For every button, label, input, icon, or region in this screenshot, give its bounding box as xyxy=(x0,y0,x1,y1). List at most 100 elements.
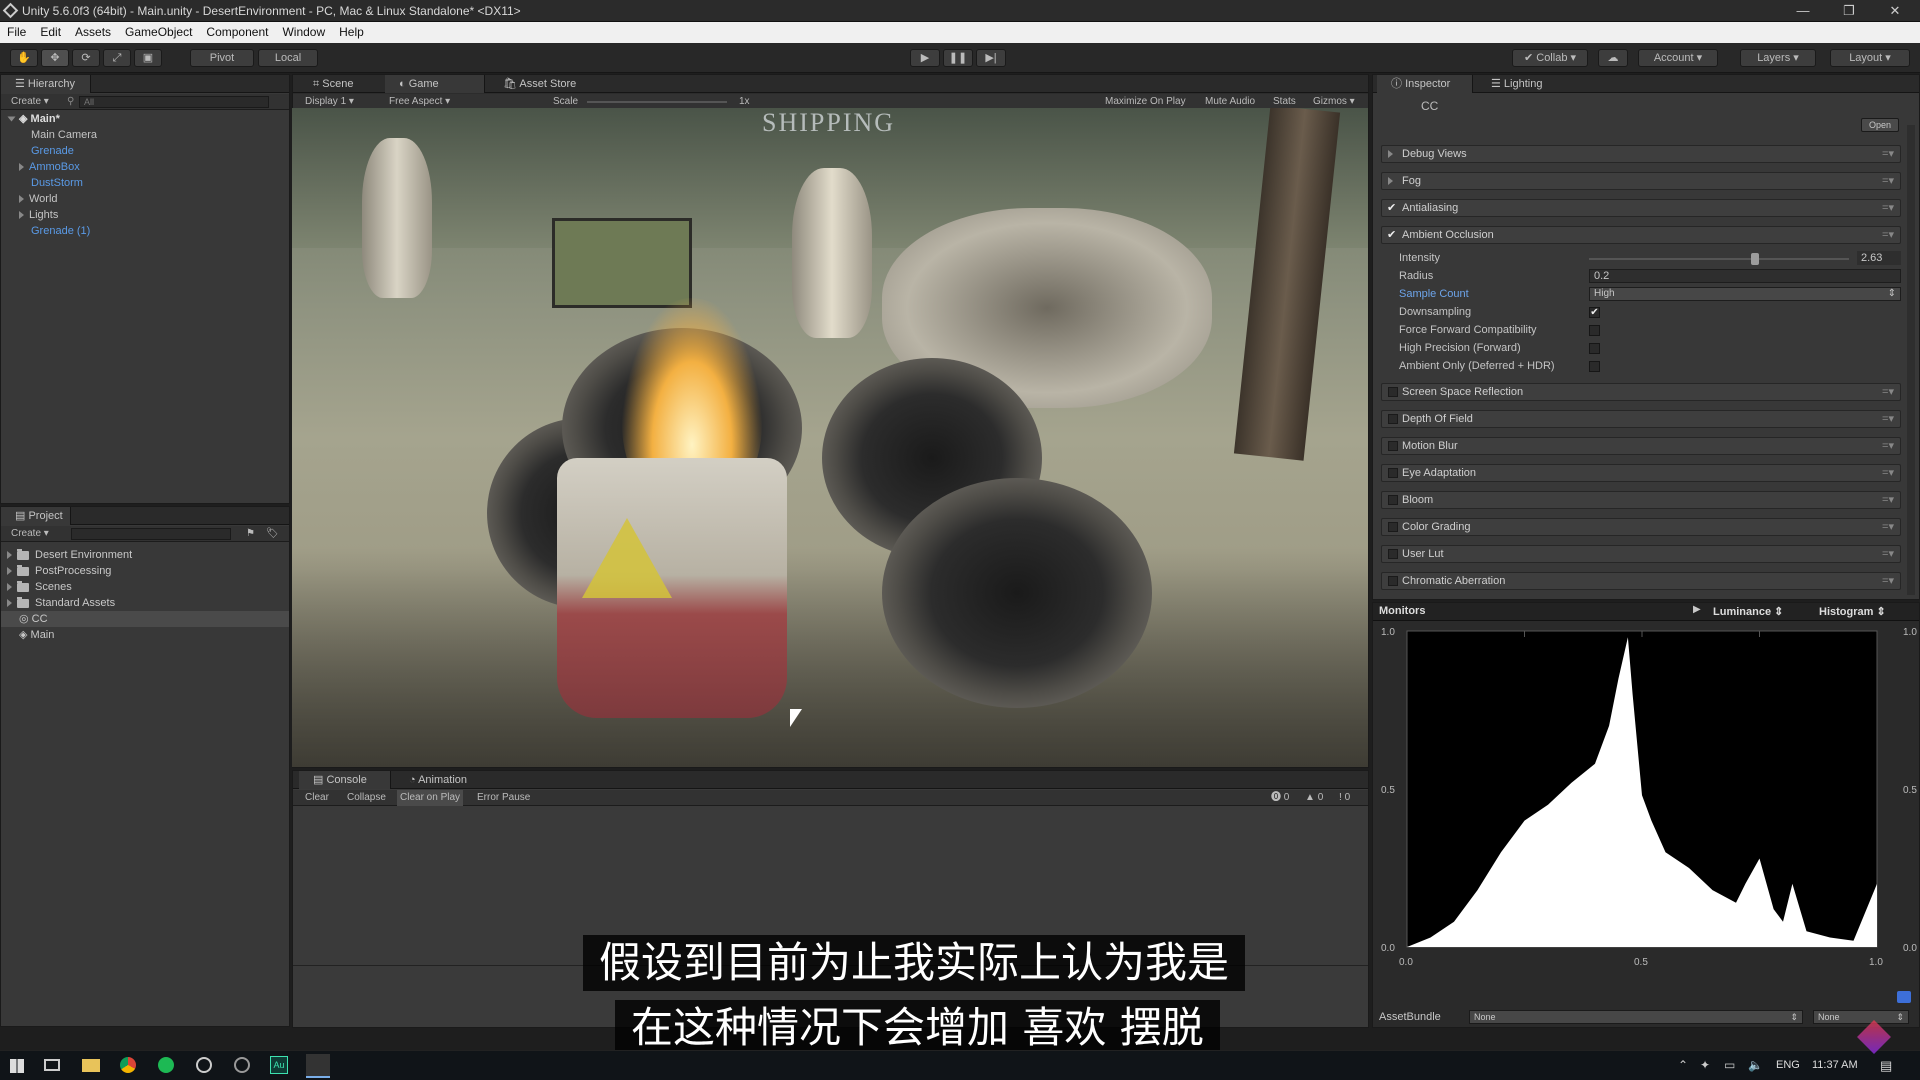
hierarchy-item[interactable]: Main Camera xyxy=(31,127,97,143)
spotify-icon[interactable] xyxy=(158,1057,174,1073)
menu-help[interactable]: Help xyxy=(332,22,371,43)
high-precision-checkbox[interactable] xyxy=(1589,343,1600,354)
menu-component[interactable]: Component xyxy=(199,22,275,43)
assetbundle-dropdown[interactable]: None ⇕ xyxy=(1469,1010,1803,1024)
cloud-button[interactable]: ☁ xyxy=(1598,49,1628,67)
menu-edit[interactable]: Edit xyxy=(33,22,68,43)
tab-console[interactable]: ▤ Console xyxy=(299,771,391,789)
maximize-button[interactable]: ❐ xyxy=(1826,0,1872,22)
menu-gameobject[interactable]: GameObject xyxy=(118,22,199,43)
create-dropdown[interactable]: Create ▾ xyxy=(11,94,49,110)
pause-button[interactable]: ❚❚ xyxy=(943,49,973,67)
inspector-scrollbar[interactable] xyxy=(1907,125,1915,595)
tag-icon[interactable] xyxy=(1897,991,1911,1003)
effect-header[interactable]: User Lut =▾ xyxy=(1381,545,1901,563)
hierarchy-item[interactable]: DustStorm xyxy=(31,175,83,191)
tab-game[interactable]: ◐ Game xyxy=(385,75,485,93)
hand-tool-button[interactable]: ✋ xyxy=(10,49,38,67)
project-create-dropdown[interactable]: Create ▾ xyxy=(11,526,49,542)
project-folder[interactable]: PostProcessing xyxy=(7,563,111,579)
effect-header[interactable]: Screen Space Reflection =▾ xyxy=(1381,383,1901,401)
tab-project[interactable]: ▤ Project xyxy=(1,507,71,525)
layout-dropdown[interactable]: Layout ▾ xyxy=(1830,49,1910,67)
game-viewport[interactable]: SHIPPING xyxy=(292,108,1368,767)
app-icon[interactable] xyxy=(196,1057,212,1073)
layers-dropdown[interactable]: Layers ▾ xyxy=(1740,49,1816,67)
move-tool-button[interactable]: ✥ xyxy=(41,49,69,67)
unity-taskbar-icon[interactable] xyxy=(306,1054,330,1078)
scale-tool-button[interactable]: ⤢ xyxy=(103,49,131,67)
windows-start-icon[interactable] xyxy=(10,1059,24,1073)
force-forward-checkbox[interactable] xyxy=(1589,325,1600,336)
step-button[interactable]: ▶| xyxy=(976,49,1006,67)
scene-root[interactable]: ◈ Main* xyxy=(7,111,60,127)
notifications-icon[interactable]: ▤ xyxy=(1880,1058,1892,1074)
hierarchy-search-input[interactable] xyxy=(79,96,269,108)
luminance-dropdown[interactable]: Luminance ⇕ xyxy=(1713,605,1783,618)
open-button[interactable]: Open xyxy=(1861,118,1899,132)
unity-hub-icon[interactable] xyxy=(234,1057,250,1073)
audition-icon[interactable]: Au xyxy=(270,1056,288,1074)
account-dropdown[interactable]: Account ▾ xyxy=(1638,49,1718,67)
fog-header[interactable]: Fog =▾ xyxy=(1381,172,1901,190)
tab-inspector[interactable]: ⓘ Inspector xyxy=(1377,75,1473,93)
sample-count-dropdown[interactable]: High ⇕ xyxy=(1589,287,1901,301)
tab-lighting[interactable]: ☰ Lighting xyxy=(1477,75,1567,93)
hierarchy-item[interactable]: Grenade (1) xyxy=(31,223,90,239)
tray-chevron-icon[interactable]: ⌃ xyxy=(1678,1058,1688,1072)
clear-button[interactable]: Clear xyxy=(305,790,329,806)
tab-hierarchy[interactable]: ☰ Hierarchy xyxy=(1,75,91,93)
project-search-input[interactable] xyxy=(71,528,231,540)
project-folder[interactable]: Desert Environment xyxy=(7,547,132,563)
message-count-toggle[interactable]: ! 0 xyxy=(1339,790,1350,806)
effect-header[interactable]: Color Grading =▾ xyxy=(1381,518,1901,536)
tab-animation[interactable]: ◔ Animation xyxy=(395,771,495,789)
tab-scene[interactable]: ⌗ Scene xyxy=(299,75,383,93)
assetbundle-variant-dropdown[interactable]: None ⇕ xyxy=(1813,1010,1909,1024)
project-folder[interactable]: Standard Assets xyxy=(7,595,115,611)
hierarchy-item[interactable]: Grenade xyxy=(31,143,74,159)
hierarchy-item[interactable]: World xyxy=(19,191,58,207)
volume-icon[interactable]: 🔈 xyxy=(1748,1058,1763,1072)
effect-header[interactable]: Eye Adaptation =▾ xyxy=(1381,464,1901,482)
radius-field[interactable]: 0.2 xyxy=(1589,269,1901,283)
rect-tool-button[interactable]: ▣ xyxy=(134,49,162,67)
effect-header[interactable]: Chromatic Aberration =▾ xyxy=(1381,572,1901,590)
effect-header[interactable]: Bloom =▾ xyxy=(1381,491,1901,509)
intensity-slider[interactable] xyxy=(1589,258,1849,260)
project-folder[interactable]: Scenes xyxy=(7,579,72,595)
debug-views-header[interactable]: Debug Views =▾ xyxy=(1381,145,1901,163)
dropbox-icon[interactable]: ✦ xyxy=(1700,1058,1710,1072)
clear-on-play-toggle[interactable]: Clear on Play xyxy=(397,790,464,806)
local-toggle[interactable]: Local xyxy=(258,49,318,67)
antialiasing-header[interactable]: ✔ Antialiasing =▾ xyxy=(1381,199,1901,217)
filter-icon[interactable]: ⚑ xyxy=(246,526,255,542)
collapse-toggle[interactable]: Collapse xyxy=(347,790,386,806)
chrome-icon[interactable] xyxy=(120,1057,136,1073)
collab-dropdown[interactable]: ✔ Collab ▾ xyxy=(1512,49,1588,67)
tab-asset-store[interactable]: 🛍 Asset Store xyxy=(489,75,599,93)
error-count-toggle[interactable]: ⓿ 0 xyxy=(1271,790,1289,806)
intensity-value[interactable]: 2.63 xyxy=(1857,251,1901,265)
effect-header[interactable]: Depth Of Field =▾ xyxy=(1381,410,1901,428)
error-pause-toggle[interactable]: Error Pause xyxy=(477,790,530,806)
checkmark-icon[interactable]: ✔ xyxy=(1387,200,1396,216)
tag-icon[interactable]: 🏷 xyxy=(266,526,279,542)
menu-assets[interactable]: Assets xyxy=(68,22,118,43)
rotate-tool-button[interactable]: ⟳ xyxy=(72,49,100,67)
pivot-toggle[interactable]: Pivot xyxy=(190,49,254,67)
downsampling-checkbox[interactable]: ✔ xyxy=(1589,307,1600,318)
hierarchy-item[interactable]: AmmoBox xyxy=(19,159,80,175)
scale-slider[interactable] xyxy=(587,101,727,103)
ambient-only-checkbox[interactable] xyxy=(1589,361,1600,372)
play-button[interactable]: ▶ xyxy=(910,49,940,67)
minimize-button[interactable]: — xyxy=(1780,0,1826,22)
network-icon[interactable]: ▭ xyxy=(1724,1058,1735,1072)
ambient-occlusion-header[interactable]: ✔ Ambient Occlusion =▾ xyxy=(1381,226,1901,244)
file-explorer-icon[interactable] xyxy=(82,1059,100,1072)
menu-file[interactable]: File xyxy=(0,22,33,43)
hierarchy-item[interactable]: Lights xyxy=(19,207,58,223)
intensity-slider-thumb[interactable] xyxy=(1751,253,1759,265)
language-indicator[interactable]: ENG xyxy=(1776,1059,1800,1071)
task-view-icon[interactable] xyxy=(44,1059,60,1071)
